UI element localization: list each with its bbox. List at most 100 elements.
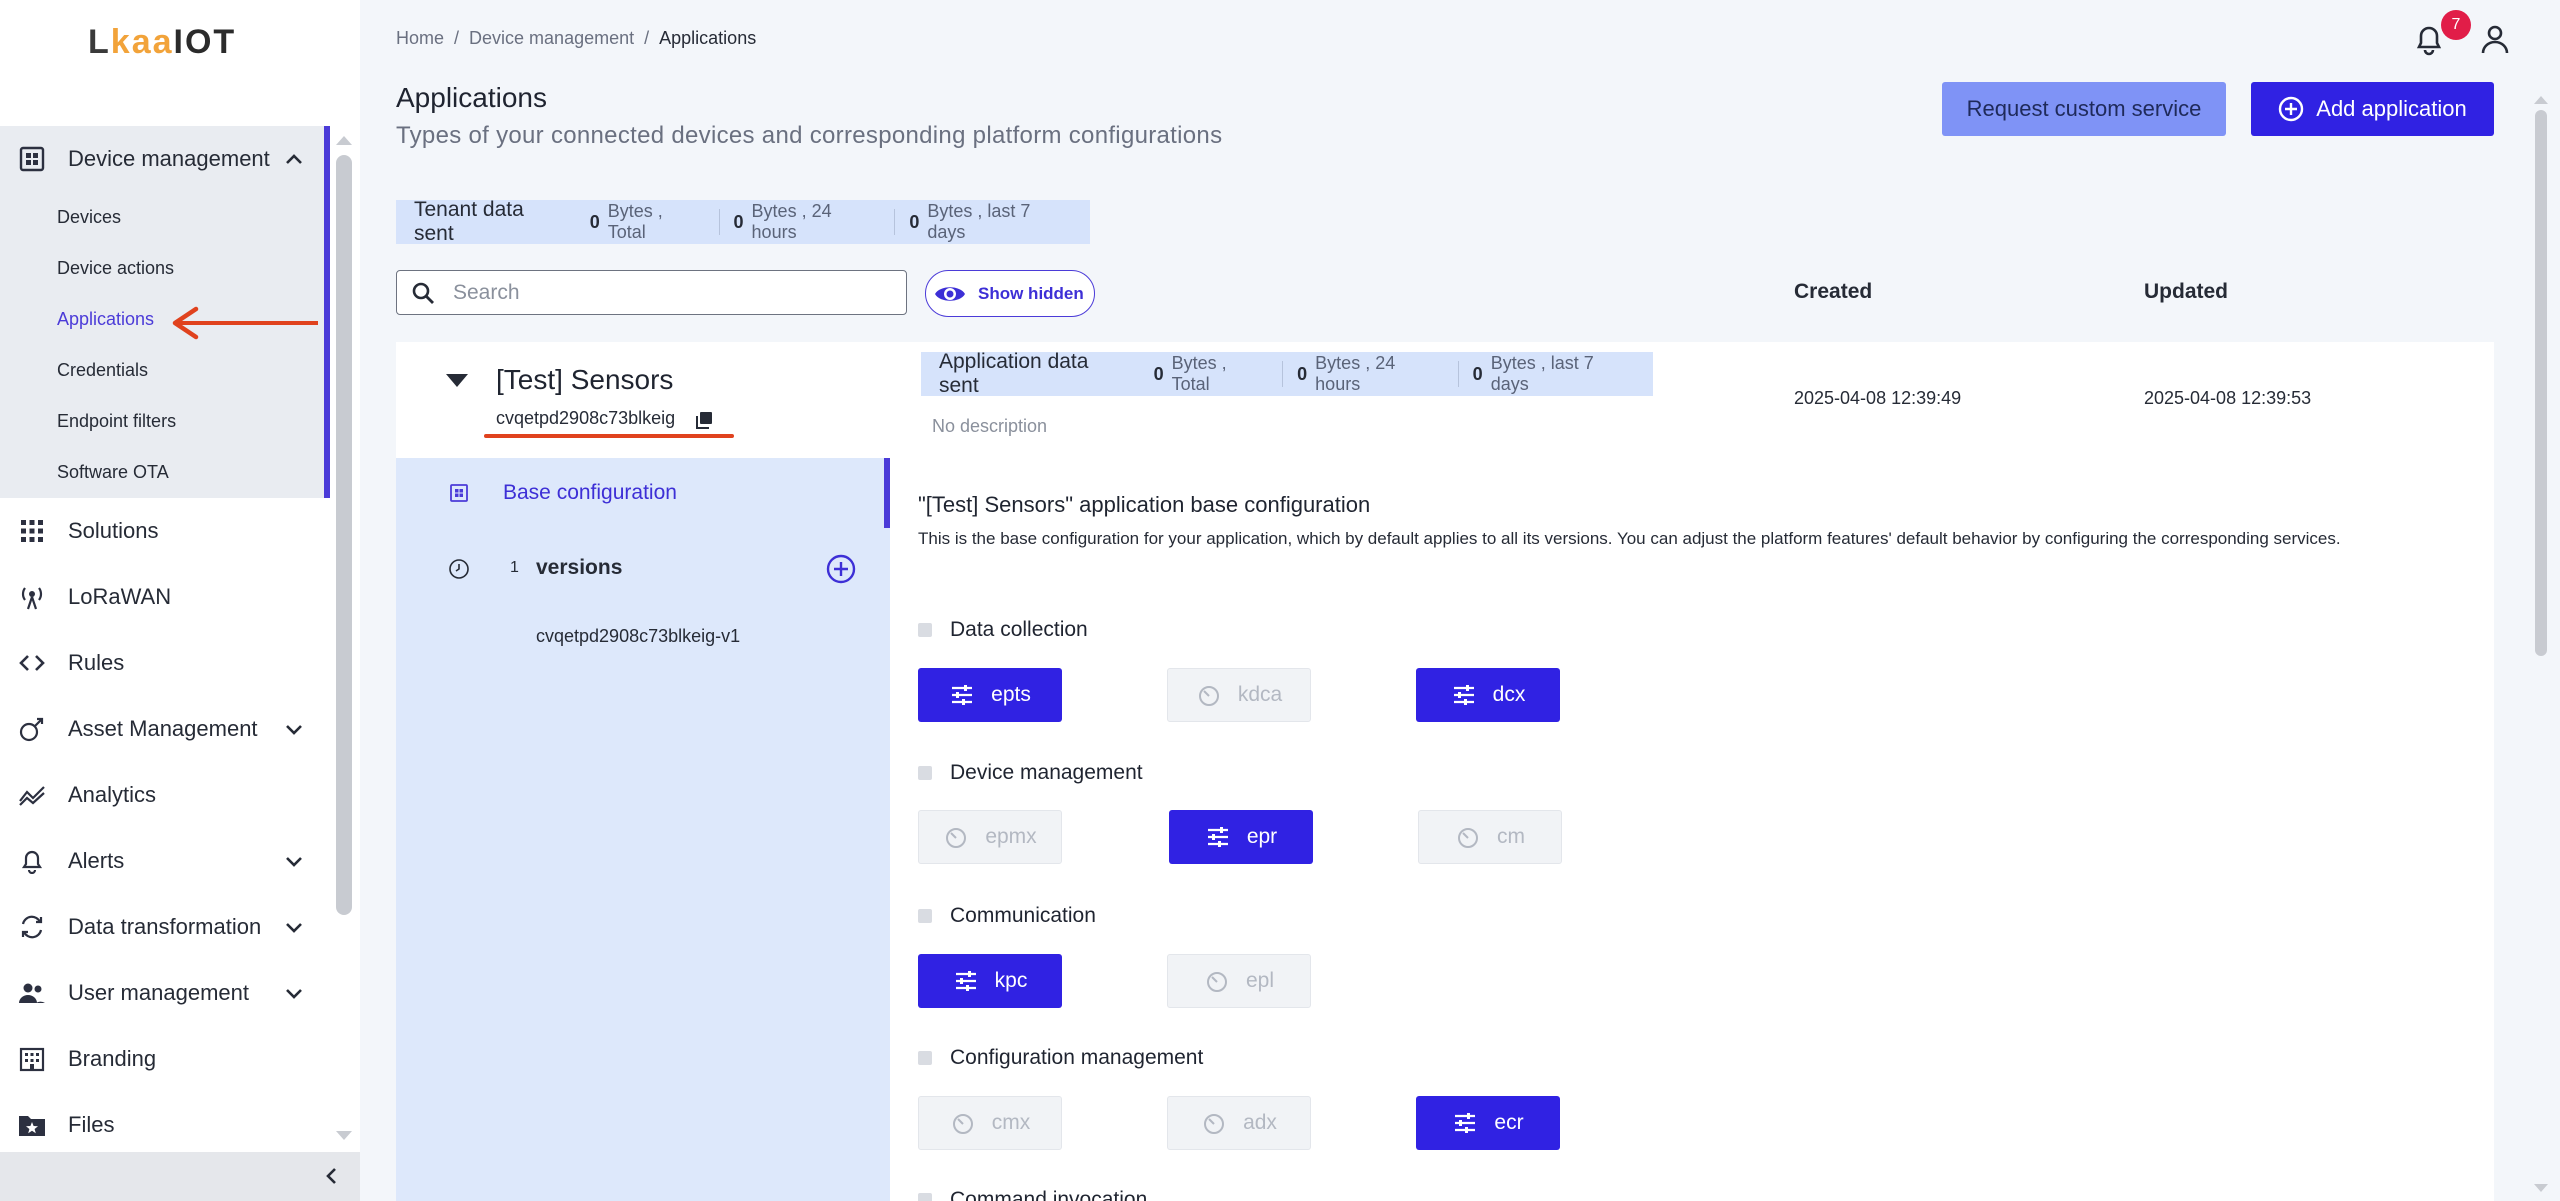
service-kpc[interactable]: kpc (918, 954, 1062, 1008)
sidebar-item-solutions[interactable]: Solutions (0, 498, 330, 564)
service-epl[interactable]: epl (1167, 954, 1311, 1008)
breadcrumb-device-management[interactable]: Device management (469, 28, 634, 49)
tune-sliders-icon (1207, 827, 1228, 847)
versions-item[interactable]: 1 versions (396, 528, 890, 608)
page-scroll-down-arrow[interactable] (2534, 1184, 2548, 1192)
service-name: adx (1243, 1111, 1277, 1134)
copy-icon[interactable] (694, 410, 714, 430)
versions-clock-icon (449, 559, 469, 579)
user-account-icon[interactable] (2478, 22, 2512, 56)
sidebar-item-user-management[interactable]: User management (0, 960, 330, 1026)
show-hidden-toggle[interactable]: Show hidden (925, 270, 1095, 317)
apps-grid-icon (18, 517, 46, 545)
section-title: Data collection (950, 618, 1088, 641)
app-week-unit: Bytes , last 7 days (1490, 353, 1594, 394)
service-epr[interactable]: epr (1169, 810, 1313, 864)
add-version-icon[interactable] (826, 554, 856, 584)
sidebar-item-label: Rules (68, 650, 125, 675)
request-custom-service-button[interactable]: Request custom service (1942, 82, 2226, 136)
command-icon (918, 1193, 932, 1201)
application-row[interactable]: [Test] Sensors cvqetpd2908c73blkeig Appl… (396, 342, 2494, 458)
sidebar: Lka a IOT Device management Devices Device… (0, 0, 360, 1201)
section-title: Command invocation (950, 1188, 1148, 1201)
chevron-down-icon[interactable] (280, 847, 308, 875)
page-subtitle: Types of your connected devices and corr… (396, 122, 1223, 149)
service-adx[interactable]: adx (1167, 1096, 1311, 1150)
logo-letter-l: L (88, 22, 111, 61)
sidebar-item-asset-management[interactable]: Asset Management (0, 696, 330, 762)
section-title: Configuration management (950, 1046, 1204, 1069)
sidebar-scrollbar-thumb[interactable] (336, 155, 352, 915)
service-name: kdca (1237, 683, 1283, 706)
sidebar-item-lorawan[interactable]: LoRaWAN (0, 564, 330, 630)
section-device-management: Device management (918, 761, 1143, 785)
section-communication: Communication (918, 904, 1096, 928)
service-dcx[interactable]: dcx (1416, 668, 1560, 722)
service-name: epts (991, 683, 1031, 706)
notification-count-badge: 7 (2441, 10, 2471, 40)
add-application-button[interactable]: Add application (2251, 82, 2494, 136)
sidebar-collapse-bar[interactable] (0, 1152, 360, 1201)
collapse-caret-icon[interactable] (446, 374, 468, 387)
section-command-invocation: Command invocation (918, 1188, 1147, 1201)
search-box (396, 270, 907, 315)
sidebar-item-files[interactable]: Files (0, 1092, 330, 1151)
page-scrollbar-thumb[interactable] (2535, 110, 2547, 656)
column-header-created[interactable]: Created (1794, 280, 1872, 304)
chevron-down-icon[interactable] (280, 979, 308, 1007)
application-created-date: 2025-04-08 12:39:49 (1794, 388, 1962, 408)
page-scroll-up-arrow[interactable] (2534, 96, 2548, 104)
show-hidden-label: Show hidden (978, 283, 1084, 303)
service-name: cmx (991, 1111, 1031, 1134)
service-epts[interactable]: epts (918, 668, 1062, 722)
sidebar-item-branding[interactable]: Branding (0, 1026, 330, 1092)
sidebar-subitem-device-actions[interactable]: Device actions (0, 243, 324, 294)
sidebar-item-rules[interactable]: Rules (0, 630, 330, 696)
stats-divider (718, 209, 720, 235)
search-icon (412, 282, 434, 304)
sidebar-item-label: Analytics (68, 782, 157, 807)
sidebar-scroll-down-arrow[interactable] (336, 1131, 352, 1140)
chevron-down-icon[interactable] (280, 913, 308, 941)
base-configuration-item[interactable]: Base configuration (396, 458, 890, 528)
sidebar-item-data-transformation[interactable]: Data transformation (0, 894, 330, 960)
service-name: cm (1497, 825, 1525, 848)
sidebar-item-device-management[interactable]: Device management (0, 126, 324, 192)
sidebar-item-alerts[interactable]: Alerts (0, 828, 330, 894)
service-epmx[interactable]: epmx (918, 810, 1062, 864)
sidebar-item-label: Asset Management (68, 716, 258, 741)
sidebar-subitem-credentials[interactable]: Credentials (0, 345, 324, 396)
search-input[interactable] (453, 280, 873, 305)
sidebar-item-analytics[interactable]: Analytics (0, 762, 330, 828)
chart-line-icon (918, 623, 932, 637)
service-cmx[interactable]: cmx (918, 1096, 1062, 1150)
service-kdca[interactable]: kdca (1167, 668, 1311, 722)
breadcrumb-separator: / (644, 28, 650, 48)
kaaiot-logo[interactable]: Lka a IOT (88, 22, 236, 62)
service-ecr[interactable]: ecr (1416, 1096, 1560, 1150)
chevron-down-icon[interactable] (280, 715, 308, 743)
sidebar-subitem-endpoint-filters[interactable]: Endpoint filters (0, 396, 324, 447)
chevron-up-icon[interactable] (280, 145, 308, 173)
tune-sliders-icon (952, 685, 973, 705)
sidebar-subitem-software-ota[interactable]: Software OTA (0, 447, 324, 498)
device-icon (918, 766, 932, 780)
tenant-total-unit: Bytes , Total (607, 201, 663, 242)
disabled-timer-icon (1206, 972, 1227, 992)
service-name: epl (1245, 969, 1275, 992)
breadcrumb-home[interactable]: Home (396, 28, 444, 49)
antenna-icon (18, 583, 46, 611)
eye-icon (935, 286, 965, 301)
service-name: dcx (1492, 683, 1526, 706)
users-icon (18, 979, 46, 1007)
version-item[interactable]: cvqetpd2908c73blkeig-v1 (396, 608, 890, 664)
service-cm[interactable]: cm (1418, 810, 1562, 864)
chevron-left-icon[interactable] (322, 1166, 342, 1186)
sidebar-subitem-devices[interactable]: Devices (0, 192, 324, 243)
app-week-value: 0 (1472, 363, 1483, 384)
logo-letter-a: a (152, 22, 174, 61)
column-header-updated[interactable]: Updated (2144, 280, 2228, 304)
page-title: Applications (396, 82, 547, 113)
sidebar-scroll-up-arrow[interactable] (336, 136, 352, 145)
code-brackets-icon (18, 649, 46, 677)
